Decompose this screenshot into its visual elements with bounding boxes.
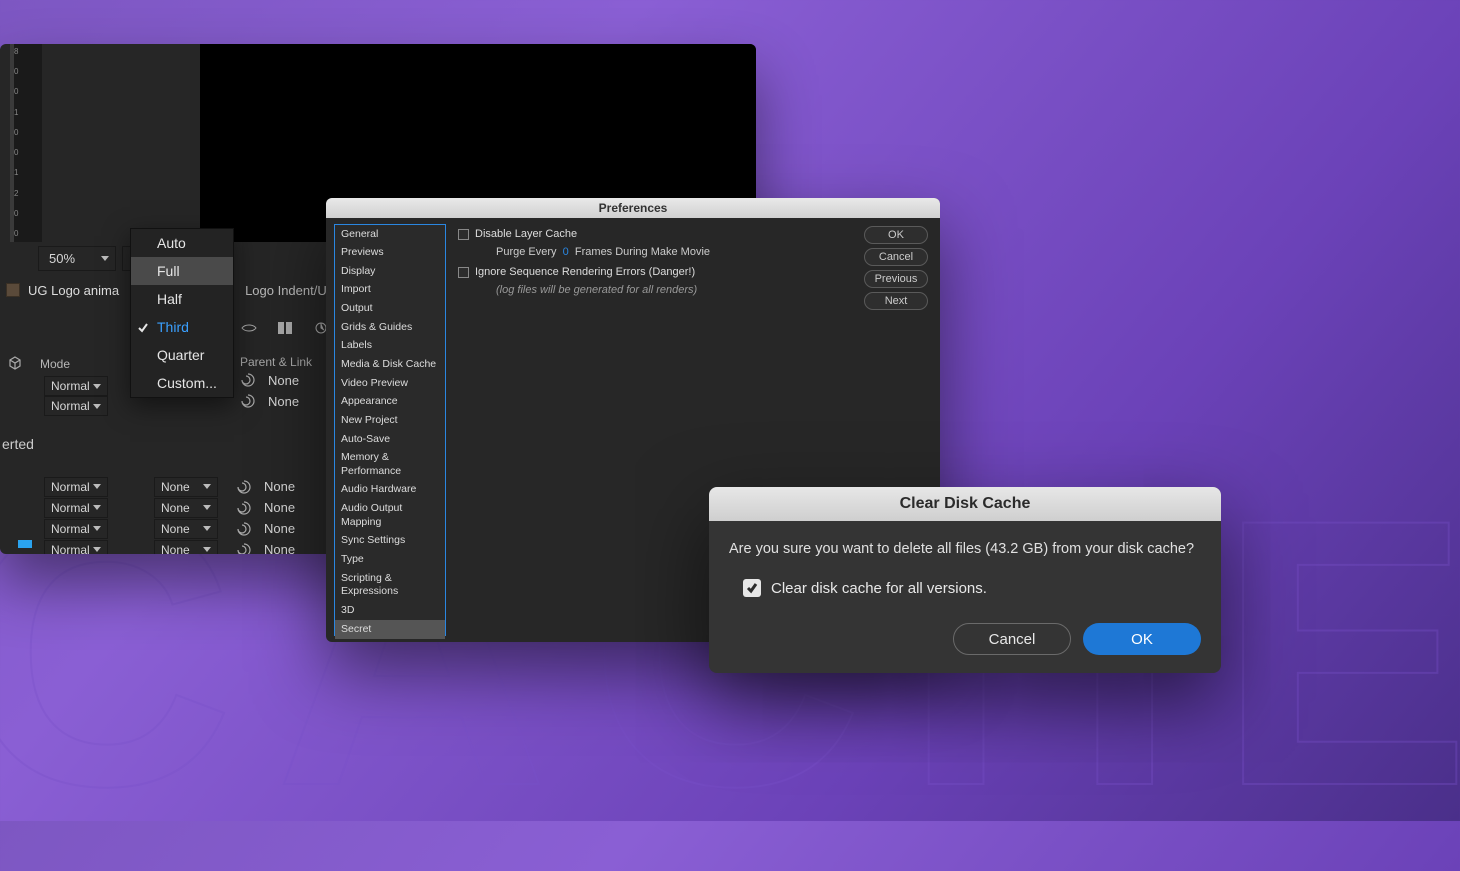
zoom-value: 50% (49, 251, 75, 266)
clear-all-versions-label: Clear disk cache for all versions. (771, 580, 987, 597)
frame-blend-icon[interactable] (276, 320, 294, 339)
pref-previous-button[interactable]: Previous (864, 270, 928, 288)
preferences-category-list: GeneralPreviewsDisplayImportOutputGrids … (334, 224, 446, 636)
pref-cat-labels[interactable]: Labels (335, 337, 445, 356)
truncated-label: erted (0, 436, 34, 452)
pref-cat-3d[interactable]: 3D (335, 601, 445, 620)
pref-cat-video-preview[interactable]: Video Preview (335, 374, 445, 393)
quality-option-custom[interactable]: Custom... (131, 369, 233, 397)
preferences-title: Preferences (326, 198, 940, 218)
pref-cat-audio-output-mapping[interactable]: Audio Output Mapping (335, 500, 445, 532)
quality-dropdown-menu: AutoFullHalfThirdQuarterCustom... (130, 228, 234, 398)
pref-cat-general[interactable]: General (335, 225, 445, 244)
pref-ok-button[interactable]: OK (864, 226, 928, 244)
clear-all-versions-checkbox[interactable] (743, 579, 761, 597)
shy-icon[interactable] (240, 320, 258, 339)
ignore-errors-row: Ignore Sequence Rendering Errors (Danger… (458, 266, 928, 278)
trackmatte-dropdown[interactable]: None (154, 477, 218, 497)
disable-layer-cache-checkbox[interactable] (458, 229, 469, 240)
pref-cat-grids-guides[interactable]: Grids & Guides (335, 318, 445, 337)
pref-cat-audio-hardware[interactable]: Audio Hardware (335, 481, 445, 500)
blend-mode-dropdown[interactable]: Normal (44, 477, 108, 497)
quality-option-half[interactable]: Half (131, 285, 233, 313)
mode-column-header: Mode (40, 357, 70, 371)
trackmatte-dropdown[interactable]: None (154, 519, 218, 539)
quality-option-quarter[interactable]: Quarter (131, 341, 233, 369)
blend-mode-dropdown[interactable]: Normal (44, 396, 108, 416)
pref-cat-appearance[interactable]: Appearance (335, 393, 445, 412)
ignore-errors-label: Ignore Sequence Rendering Errors (Danger… (475, 266, 695, 278)
trackmatte-dropdown[interactable]: None (154, 498, 218, 518)
pref-cat-sync-settings[interactable]: Sync Settings (335, 532, 445, 551)
blend-mode-dropdown[interactable]: Normal (44, 540, 108, 555)
pickwhip-icon[interactable] (240, 372, 256, 388)
trackmatte-dropdown[interactable]: None (154, 540, 218, 555)
pref-cat-auto-save[interactable]: Auto-Save (335, 430, 445, 449)
chevron-down-icon (101, 256, 109, 261)
dialog-title: Clear Disk Cache (709, 487, 1221, 521)
quality-option-full[interactable]: Full (131, 257, 233, 285)
pref-cat-output[interactable]: Output (335, 300, 445, 319)
pref-cat-display[interactable]: Display (335, 262, 445, 281)
pickwhip-icon[interactable] (236, 521, 252, 537)
clear-disk-cache-dialog: Clear Disk Cache Are you sure you want t… (709, 487, 1221, 673)
pref-cat-type[interactable]: Type (335, 551, 445, 570)
zoom-dropdown[interactable]: 50% (38, 246, 116, 271)
blend-mode-dropdown[interactable]: Normal (44, 376, 108, 396)
clear-all-versions-row: Clear disk cache for all versions. (743, 579, 1201, 597)
pref-cat-previews[interactable]: Previews (335, 244, 445, 263)
parent-link-header: Parent & Link (240, 355, 326, 369)
vertical-ruler: 8001001200 (14, 44, 42, 242)
dialog-message: Are you sure you want to delete all file… (729, 541, 1201, 557)
dialog-cancel-button[interactable]: Cancel (953, 623, 1071, 655)
pickwhip-icon[interactable] (236, 542, 252, 555)
pickwhip-icon[interactable] (236, 500, 252, 516)
comp-color-swatch (6, 283, 20, 297)
blend-mode-dropdown[interactable]: Normal (44, 498, 108, 518)
blend-mode-dropdown[interactable]: Normal (44, 519, 108, 539)
pref-cat-scripting-expressions[interactable]: Scripting & Expressions (335, 569, 445, 601)
pickwhip-icon[interactable] (240, 393, 256, 409)
time-indicator[interactable] (18, 540, 32, 548)
dialog-ok-button[interactable]: OK (1083, 623, 1201, 655)
pref-cat-secret[interactable]: Secret (335, 620, 445, 639)
3d-layer-icon[interactable] (8, 356, 22, 370)
pref-next-button[interactable]: Next (864, 292, 928, 310)
comp-tab[interactable]: UG Logo anima (28, 283, 119, 298)
disable-layer-cache-label: Disable Layer Cache (475, 228, 577, 240)
pickwhip-icon[interactable] (236, 479, 252, 495)
ignore-errors-checkbox[interactable] (458, 267, 469, 278)
layer-mode-row: Normal (44, 396, 108, 416)
layer-mode-row: Normal (44, 376, 108, 396)
purge-frames-value[interactable]: 0 (563, 246, 569, 258)
quality-option-auto[interactable]: Auto (131, 229, 233, 257)
pref-cat-memory-performance[interactable]: Memory & Performance (335, 449, 445, 481)
quality-option-third[interactable]: Third (131, 313, 233, 341)
disable-layer-cache-row: Disable Layer Cache (458, 228, 928, 240)
pref-cat-import[interactable]: Import (335, 281, 445, 300)
pref-cat-new-project[interactable]: New Project (335, 411, 445, 430)
pref-cat-media-disk-cache[interactable]: Media & Disk Cache (335, 355, 445, 374)
pref-cancel-button[interactable]: Cancel (864, 248, 928, 266)
